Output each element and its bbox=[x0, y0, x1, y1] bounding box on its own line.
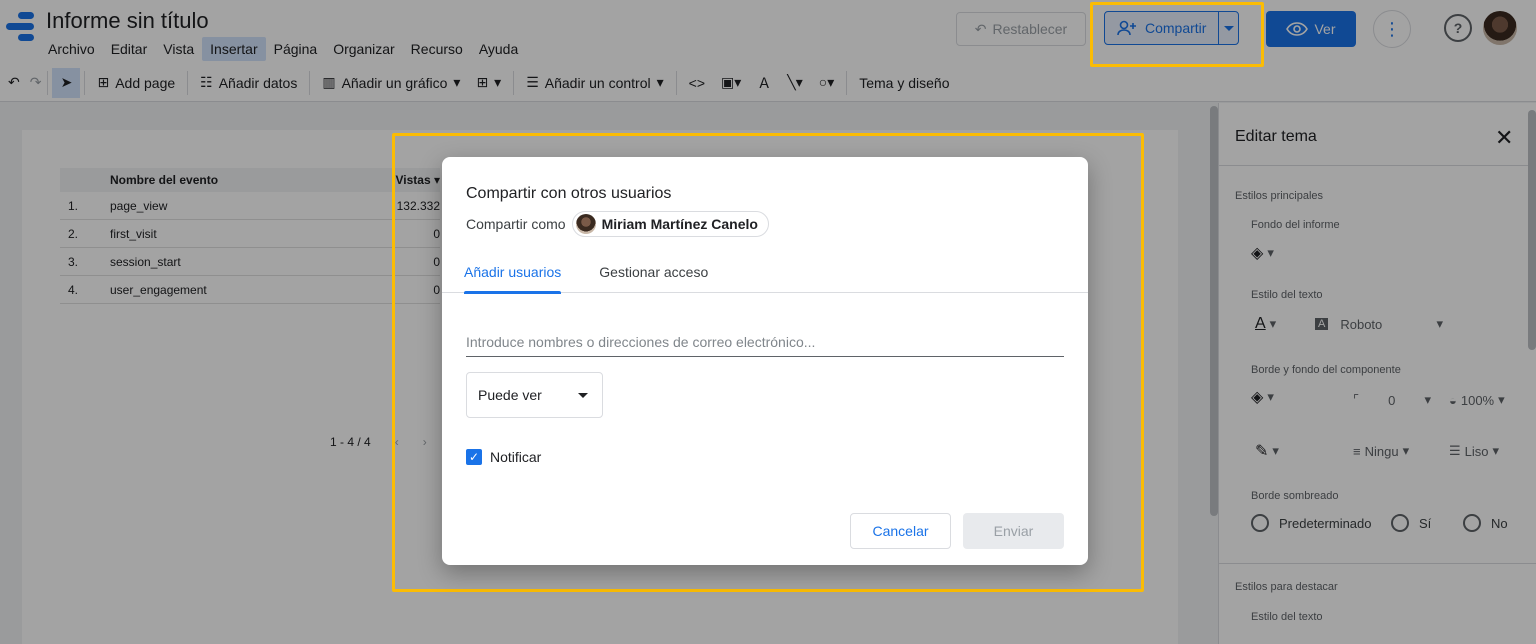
chevron-down-icon bbox=[578, 392, 588, 398]
send-button[interactable]: Enviar bbox=[963, 513, 1064, 549]
dialog-title: Compartir con otros usuarios bbox=[466, 185, 672, 202]
permission-value: Puede ver bbox=[478, 387, 542, 403]
notify-label: Notificar bbox=[490, 449, 542, 465]
dialog-tabs: Añadir usuarios Gestionar acceso bbox=[442, 263, 1088, 294]
cancel-button[interactable]: Cancelar bbox=[850, 513, 951, 549]
share-as-label: Compartir como bbox=[466, 216, 566, 232]
notify-checkbox-row[interactable]: ✓ Notificar bbox=[466, 449, 541, 465]
user-chip[interactable]: Miriam Martínez Canelo bbox=[571, 211, 769, 237]
share-dialog: Compartir con otros usuarios Compartir c… bbox=[442, 157, 1088, 565]
share-as-row: Compartir como Miriam Martínez Canelo bbox=[466, 211, 769, 237]
avatar bbox=[575, 214, 596, 234]
tab-manage-access[interactable]: Gestionar acceso bbox=[583, 263, 724, 293]
tab-add-users[interactable]: Añadir usuarios bbox=[448, 263, 577, 294]
user-name: Miriam Martínez Canelo bbox=[601, 216, 758, 232]
share-highlight-frame bbox=[1090, 2, 1264, 67]
permission-select[interactable]: Puede ver bbox=[466, 372, 603, 418]
checkbox-checked-icon[interactable]: ✓ bbox=[466, 449, 482, 465]
email-input[interactable] bbox=[466, 327, 1064, 357]
